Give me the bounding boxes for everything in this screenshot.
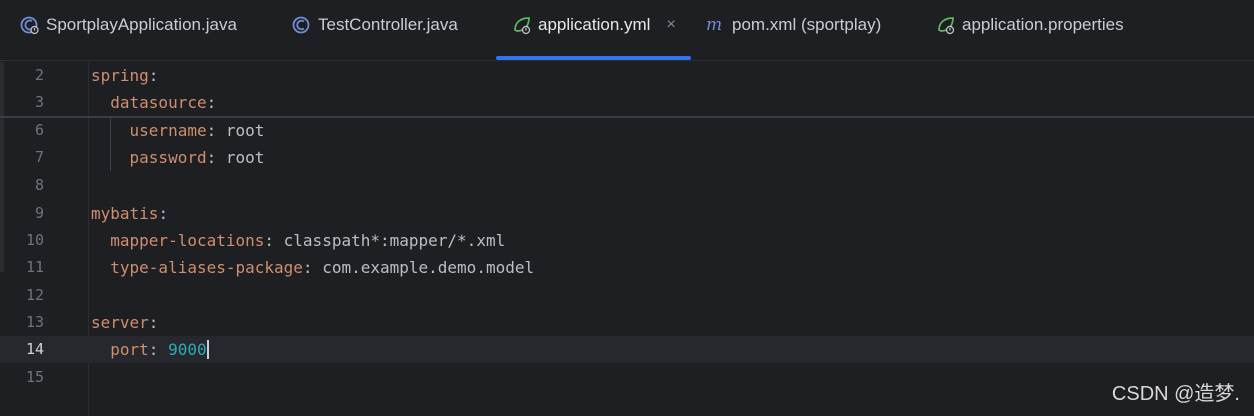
yaml-value: root [225, 148, 265, 167]
line-number: 12 [25, 286, 44, 304]
svg-text:m: m [706, 15, 722, 35]
line-number: 2 [34, 66, 44, 84]
line-number: 15 [25, 368, 44, 386]
yaml-key: port [110, 340, 149, 359]
tab-application-yml[interactable]: application.yml × [512, 14, 676, 58]
line-content: port: 9000 [110, 340, 209, 359]
yaml-key: type-aliases-package [110, 258, 303, 277]
code-line[interactable]: 6 username: root [0, 117, 1254, 144]
yaml-key: server [91, 313, 149, 332]
java-class-icon [292, 15, 312, 35]
spring-java-class-icon [20, 15, 40, 35]
code-line[interactable]: 13 server: [0, 309, 1254, 336]
line-number: 14 [25, 340, 44, 358]
code-line[interactable]: 12 [0, 282, 1254, 309]
line-content: datasource: [110, 93, 217, 112]
line-content: spring: [91, 66, 159, 85]
active-tab-indicator [496, 56, 691, 60]
code-line[interactable]: 9 mybatis: [0, 200, 1254, 227]
tab-label: TestController.java [318, 15, 458, 34]
line-number: 9 [34, 204, 44, 222]
line-number: 7 [34, 148, 44, 166]
tab-label: pom.xml (sportplay) [732, 15, 882, 34]
code-line[interactable]: 3 datasource: [0, 89, 1254, 116]
tab-label: SportplayApplication.java [46, 15, 237, 34]
code-line[interactable]: 11 type-aliases-package: com.example.dem… [0, 254, 1254, 281]
code-line[interactable]: 8 [0, 172, 1254, 199]
tab-label: application.yml [538, 15, 651, 34]
editor-tab-bar: SportplayApplication.java TestController… [0, 0, 1254, 61]
line-content: username: root [129, 121, 265, 140]
code-line[interactable]: 2 spring: [0, 62, 1254, 89]
tab-pom-xml[interactable]: m pom.xml (sportplay) [706, 14, 881, 58]
line-number: 6 [34, 121, 44, 139]
yaml-key: datasource [110, 93, 207, 112]
yaml-key: mybatis [91, 204, 159, 223]
tab-test-controller[interactable]: TestController.java [292, 14, 458, 58]
sticky-header-divider [0, 116, 1254, 118]
yaml-value: root [225, 121, 265, 140]
line-content: mybatis: [91, 204, 169, 223]
line-content: mapper-locations: classpath*:mapper/*.xm… [110, 231, 506, 250]
line-number: 10 [25, 231, 44, 249]
yaml-value: com.example.demo.model [322, 258, 535, 277]
yaml-value: classpath*:mapper/*.xml [283, 231, 506, 250]
code-line[interactable]: 7 password: root [0, 144, 1254, 171]
spring-config-icon [512, 15, 532, 35]
line-number: 13 [25, 313, 44, 331]
tab-application-properties[interactable]: application.properties [936, 14, 1124, 58]
line-content: type-aliases-package: com.example.demo.m… [110, 258, 535, 277]
text-caret [206, 340, 209, 359]
yaml-key: username [129, 121, 207, 140]
line-number: 8 [34, 176, 44, 194]
spring-config-icon [936, 15, 956, 35]
line-content: server: [91, 313, 159, 332]
code-line[interactable]: 10 mapper-locations: classpath*:mapper/*… [0, 227, 1254, 254]
close-icon[interactable]: × [666, 14, 675, 36]
line-number: 3 [34, 93, 44, 111]
yaml-value: 9000 [168, 340, 207, 359]
line-content: password: root [129, 148, 265, 167]
line-number: 11 [25, 258, 44, 276]
yaml-key: mapper-locations [110, 231, 265, 250]
watermark: CSDN @造梦. [1111, 383, 1240, 405]
code-line[interactable]: 15 [0, 364, 1254, 391]
tab-label: application.properties [962, 15, 1124, 34]
code-line-current[interactable]: 14 port: 9000 [0, 336, 1254, 363]
yaml-key: spring [91, 66, 149, 85]
yaml-key: password [129, 148, 207, 167]
tab-sportplay-application[interactable]: SportplayApplication.java [20, 14, 237, 58]
maven-icon: m [706, 15, 726, 35]
